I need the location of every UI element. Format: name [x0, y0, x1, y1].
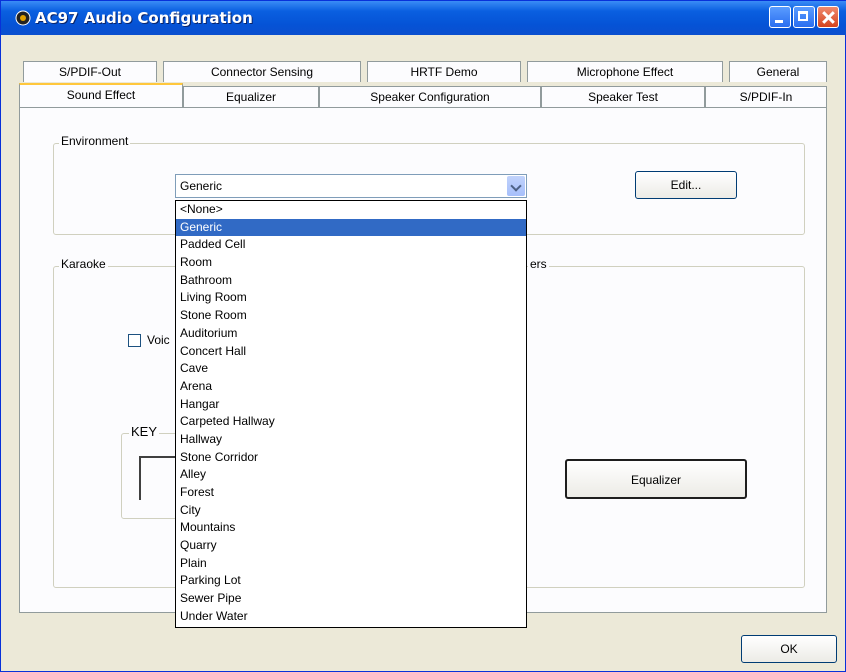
maximize-button[interactable] [793, 6, 815, 28]
dropdown-item[interactable]: Hangar [176, 396, 526, 414]
dropdown-item[interactable]: Plain [176, 555, 526, 573]
tab-equalizer[interactable]: Equalizer [183, 86, 319, 107]
tab-spdif-in[interactable]: S/PDIF-In [705, 86, 827, 107]
equalizer-button[interactable]: Equalizer [565, 459, 747, 499]
tab-spdif-out[interactable]: S/PDIF-Out [23, 61, 157, 82]
speaker-icon [15, 10, 31, 26]
dropdown-item[interactable]: Sewer Pipe [176, 590, 526, 608]
window-title: AC97 Audio Configuration [35, 9, 253, 27]
environment-dropdown-list[interactable]: <None> Generic Padded Cell Room Bathroom Livi… [175, 200, 527, 628]
dropdown-item[interactable]: Hallway [176, 431, 526, 449]
minimize-button[interactable] [769, 6, 791, 28]
dropdown-item[interactable]: Auditorium [176, 325, 526, 343]
environment-select-value: Generic [180, 179, 223, 193]
dropdown-item[interactable]: Padded Cell [176, 236, 526, 254]
dropdown-item[interactable]: Arena [176, 378, 526, 396]
tab-hrtf-demo[interactable]: HRTF Demo [367, 61, 521, 82]
dropdown-item[interactable]: Bathroom [176, 272, 526, 290]
tab-connector-sensing[interactable]: Connector Sensing [163, 61, 361, 82]
chevron-down-icon[interactable] [507, 176, 525, 196]
tab-general[interactable]: General [729, 61, 827, 82]
dropdown-item[interactable]: Parking Lot [176, 572, 526, 590]
tab-microphone-effect[interactable]: Microphone Effect [527, 61, 723, 82]
dropdown-item[interactable]: Mountains [176, 519, 526, 537]
edit-button[interactable]: Edit... [635, 171, 737, 199]
dropdown-item[interactable]: Forest [176, 484, 526, 502]
environment-legend: Environment [59, 134, 131, 148]
dropdown-item[interactable]: Carpeted Hallway [176, 413, 526, 431]
dropdown-item[interactable]: Generic [176, 218, 526, 237]
tab-speaker-configuration[interactable]: Speaker Configuration [319, 86, 541, 107]
others-legend: ers [528, 257, 549, 271]
dropdown-item[interactable]: City [176, 502, 526, 520]
dropdown-item[interactable]: Quarry [176, 537, 526, 555]
ok-button[interactable]: OK [741, 635, 837, 663]
dropdown-item[interactable]: Room [176, 254, 526, 272]
dropdown-item[interactable]: Stone Corridor [176, 449, 526, 467]
key-slider[interactable] [139, 456, 175, 500]
voice-label: Voic [145, 333, 172, 347]
title-bar[interactable]: AC97 Audio Configuration [1, 1, 846, 35]
tab-speaker-test[interactable]: Speaker Test [541, 86, 705, 107]
dropdown-item[interactable]: Stone Room [176, 307, 526, 325]
close-button[interactable] [817, 6, 839, 28]
dropdown-item[interactable]: Under Water [176, 608, 526, 626]
dropdown-item[interactable]: <None> [176, 201, 526, 219]
app-window: AC97 Audio Configuration S/PDIF-Out Conn… [0, 0, 846, 672]
key-legend: KEY [129, 424, 160, 439]
dropdown-item[interactable]: Cave [176, 360, 526, 378]
dropdown-item[interactable]: Living Room [176, 289, 526, 307]
voice-checkbox[interactable] [128, 334, 141, 347]
dropdown-item[interactable]: Concert Hall [176, 343, 526, 361]
tab-sound-effect[interactable]: Sound Effect [19, 83, 183, 107]
karaoke-legend: Karaoke [59, 257, 108, 271]
environment-select[interactable]: Generic [175, 174, 527, 198]
dropdown-item[interactable]: Alley [176, 466, 526, 484]
